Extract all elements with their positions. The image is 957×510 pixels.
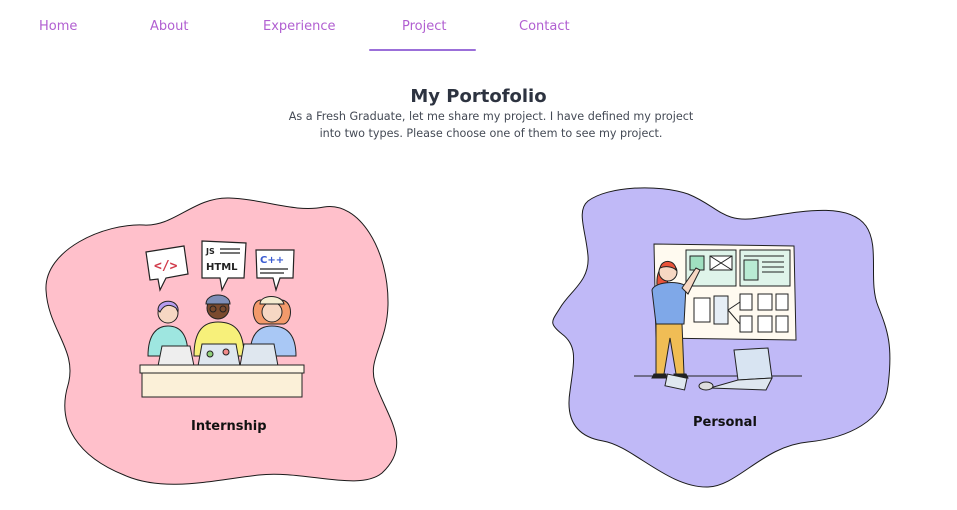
svg-text:HTML: HTML xyxy=(206,262,238,273)
page-title: My Portofolio xyxy=(410,86,547,107)
nav-experience[interactable]: Experience xyxy=(263,19,336,34)
internship-card[interactable]: </> JS HTML C++ Internship xyxy=(44,195,400,490)
top-nav: Home About Experience Project Contact xyxy=(0,0,957,55)
nav-project[interactable]: Project xyxy=(402,19,446,34)
code-bubble-icon: </> xyxy=(145,245,189,292)
laptop-icon xyxy=(709,347,773,391)
js-html-bubble-icon: JS HTML xyxy=(201,240,247,292)
team-coding-illustration: </> JS HTML C++ xyxy=(139,240,305,398)
svg-text:JS: JS xyxy=(205,247,215,256)
desk xyxy=(139,364,305,398)
laptops xyxy=(157,343,279,367)
internship-label: Internship xyxy=(191,419,267,434)
personal-label: Personal xyxy=(693,415,757,430)
active-tab-underline xyxy=(369,49,476,51)
page-subtitle: As a Fresh Graduate, let me share my pro… xyxy=(288,110,694,140)
svg-text:C++: C++ xyxy=(260,255,284,266)
nav-home[interactable]: Home xyxy=(39,19,77,34)
mouse-icon xyxy=(698,381,714,391)
nav-contact[interactable]: Contact xyxy=(519,19,570,34)
cpp-bubble-icon: C++ xyxy=(255,249,295,293)
personal-card[interactable]: Personal xyxy=(548,186,891,489)
svg-text:</>: </> xyxy=(154,259,178,274)
wireframe-planning-illustration xyxy=(634,243,802,391)
nav-about[interactable]: About xyxy=(150,19,188,34)
